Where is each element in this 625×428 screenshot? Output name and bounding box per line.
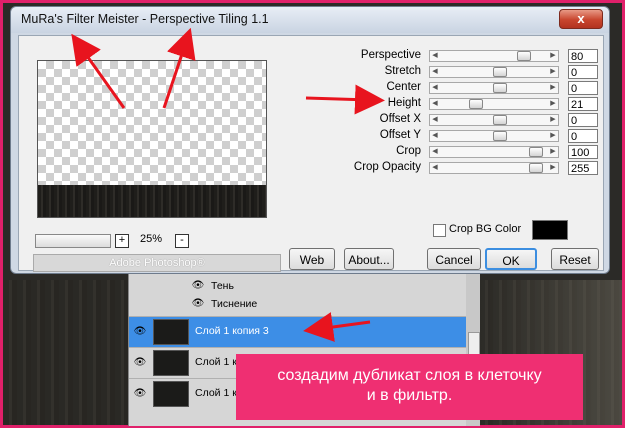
layer-effect-emboss[interactable]: 👁 Тиснение <box>129 296 467 313</box>
eye-icon[interactable]: 👁 <box>191 299 205 309</box>
slider-left-arrow-icon[interactable]: ◀ <box>430 83 440 93</box>
param-value-field[interactable]: 255 <box>568 161 598 175</box>
crop-bg-color-swatch[interactable] <box>532 220 568 240</box>
preview-canvas[interactable] <box>37 60 267 218</box>
zoom-out-button[interactable]: - <box>175 234 189 248</box>
slider-right-arrow-icon[interactable]: ▶ <box>548 163 558 173</box>
param-label: Offset Y <box>379 129 421 141</box>
slider-thumb[interactable] <box>492 83 507 93</box>
about-button[interactable]: About... <box>344 248 394 270</box>
param-value-field[interactable]: 100 <box>568 145 598 159</box>
effect-label: Тиснение <box>211 298 258 310</box>
param-slider[interactable]: ◀ ▶ <box>429 50 559 62</box>
param-label: Center <box>386 81 421 93</box>
crop-bg-checkbox[interactable] <box>433 224 446 237</box>
param-slider[interactable]: ◀ ▶ <box>429 82 559 94</box>
eye-icon[interactable]: 👁 <box>191 281 205 291</box>
layer-name: Слой 1 копия 3 <box>195 325 269 337</box>
eye-icon[interactable]: 👁 <box>133 389 147 399</box>
caption-line-2: и в фильтр. <box>366 387 453 404</box>
slider-left-arrow-icon[interactable]: ◀ <box>430 131 440 141</box>
slider-right-arrow-icon[interactable]: ▶ <box>548 131 558 141</box>
window-title: MuRa's Filter Meister - Perspective Tili… <box>21 12 269 26</box>
reset-button[interactable]: Reset <box>551 248 599 270</box>
layer-name: Слой 1 к <box>195 356 237 368</box>
slider-thumb[interactable] <box>468 99 483 109</box>
slider-left-arrow-icon[interactable]: ◀ <box>430 99 440 109</box>
slider-right-arrow-icon[interactable]: ▶ <box>548 115 558 125</box>
param-slider[interactable]: ◀ ▶ <box>429 162 559 174</box>
slider-thumb[interactable] <box>529 147 544 157</box>
slider-right-arrow-icon[interactable]: ▶ <box>548 67 558 77</box>
slider-left-arrow-icon[interactable]: ◀ <box>430 147 440 157</box>
param-slider[interactable]: ◀ ▶ <box>429 66 559 78</box>
ok-button[interactable]: OK <box>485 248 537 270</box>
filter-dialog: MuRa's Filter Meister - Perspective Tili… <box>10 6 610 274</box>
cancel-button[interactable]: Cancel <box>427 248 481 270</box>
param-slider[interactable]: ◀ ▶ <box>429 98 559 110</box>
slider-left-arrow-icon[interactable]: ◀ <box>430 115 440 125</box>
param-label: Perspective <box>360 49 421 61</box>
param-value-field[interactable]: 80 <box>568 49 598 63</box>
slider-left-arrow-icon[interactable]: ◀ <box>430 51 440 61</box>
preview-scroll-track[interactable] <box>35 234 111 248</box>
param-value-field[interactable]: 0 <box>568 129 598 143</box>
zoom-in-button[interactable]: + <box>115 234 129 248</box>
layer-effect-shadow[interactable]: 👁 Тень <box>129 278 467 295</box>
param-label: Height <box>387 97 421 109</box>
param-label: Offset X <box>379 113 421 125</box>
param-slider[interactable]: ◀ ▶ <box>429 146 559 158</box>
slider-thumb[interactable] <box>492 67 507 77</box>
slider-thumb[interactable] <box>529 163 544 173</box>
caption-line-1: создадим дубликат слоя в клеточку <box>277 367 542 384</box>
slider-right-arrow-icon[interactable]: ▶ <box>548 99 558 109</box>
slider-right-arrow-icon[interactable]: ▶ <box>548 147 558 157</box>
param-value-field[interactable]: 0 <box>568 65 598 79</box>
param-label: Crop Opacity <box>353 161 421 173</box>
slider-thumb[interactable] <box>516 51 531 61</box>
eye-icon[interactable]: 👁 <box>133 358 147 368</box>
crop-bg-label: Crop BG Color <box>449 223 522 235</box>
layer-thumbnail <box>153 319 189 345</box>
layer-thumbnail <box>153 381 189 407</box>
param-slider[interactable]: ◀ ▶ <box>429 114 559 126</box>
host-app-label: Adobe Photoshop® <box>33 254 281 272</box>
layer-row-selected[interactable]: 👁 Слой 1 копия 3 <box>129 316 467 347</box>
param-value-field[interactable]: 21 <box>568 97 598 111</box>
param-slider[interactable]: ◀ ▶ <box>429 130 559 142</box>
param-label: Crop <box>396 145 421 157</box>
caption-box: создадим дубликат слоя в клеточку и в фи… <box>236 354 583 420</box>
slider-thumb[interactable] <box>492 115 507 125</box>
eye-icon[interactable]: 👁 <box>133 327 147 337</box>
zoom-level: 25% <box>139 233 163 245</box>
title-bar[interactable]: MuRa's Filter Meister - Perspective Tili… <box>11 7 609 33</box>
dialog-body: + 25% - Adobe Photoshop® Perspective ◀ ▶ 80… <box>18 35 604 272</box>
layer-thumbnail <box>153 350 189 376</box>
web-button[interactable]: Web <box>289 248 335 270</box>
slider-right-arrow-icon[interactable]: ▶ <box>548 83 558 93</box>
slider-thumb[interactable] <box>492 131 507 141</box>
preview-floor <box>38 185 266 217</box>
slider-left-arrow-icon[interactable]: ◀ <box>430 163 440 173</box>
effect-label: Тень <box>211 280 234 292</box>
slider-left-arrow-icon[interactable]: ◀ <box>430 67 440 77</box>
param-value-field[interactable]: 0 <box>568 113 598 127</box>
close-button[interactable]: x <box>559 9 603 29</box>
param-value-field[interactable]: 0 <box>568 81 598 95</box>
layer-name: Слой 1 к <box>195 387 237 399</box>
param-label: Stretch <box>384 65 421 77</box>
slider-right-arrow-icon[interactable]: ▶ <box>548 51 558 61</box>
